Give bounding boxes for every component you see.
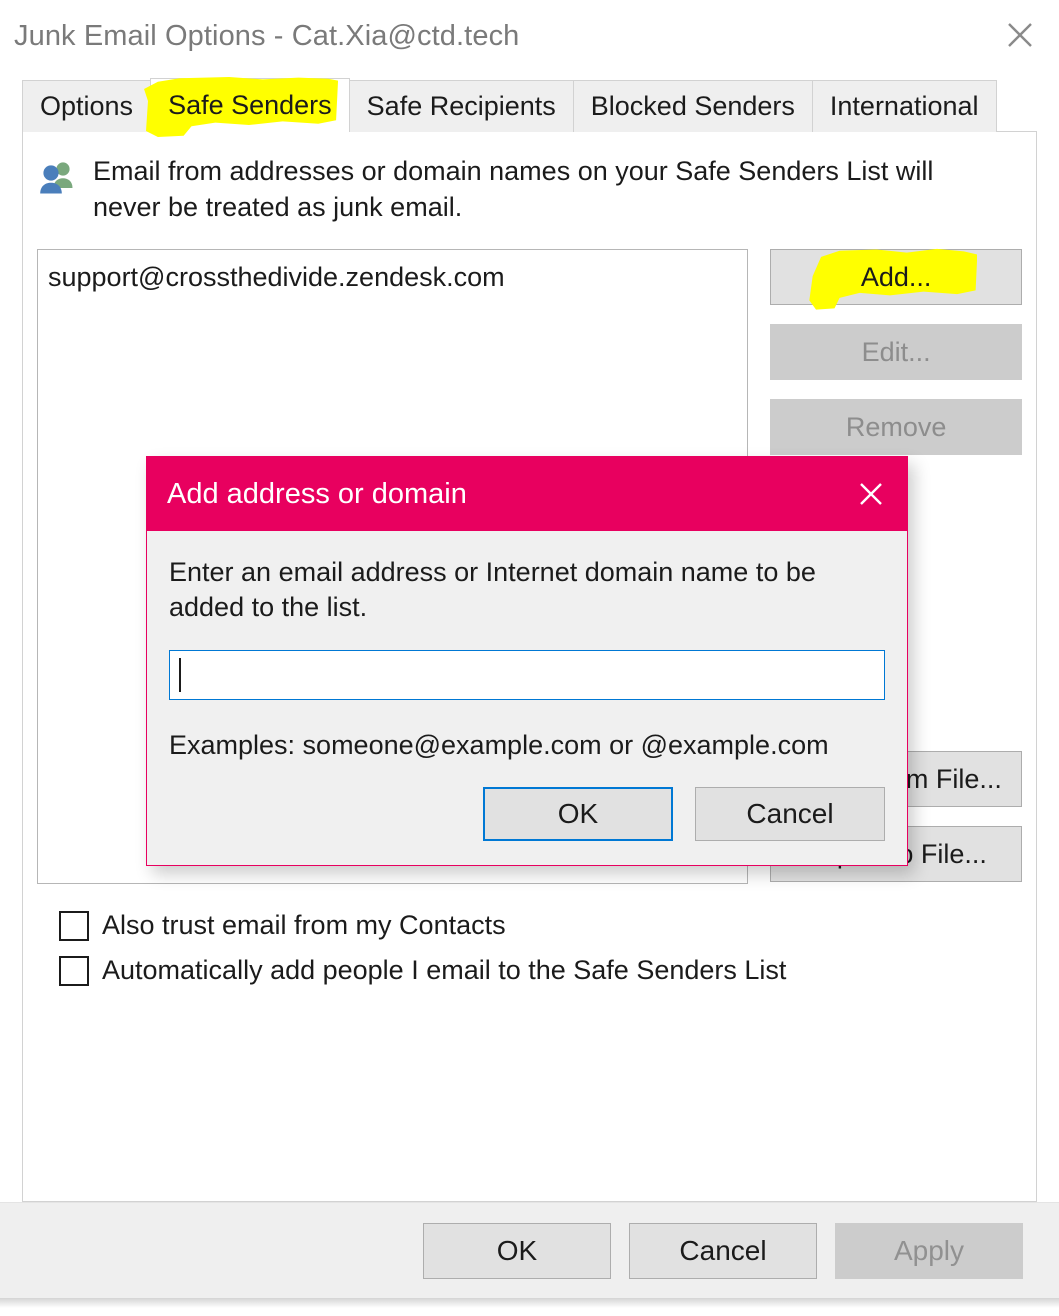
list-item[interactable]: support@crossthedivide.zendesk.com	[44, 260, 747, 295]
close-icon[interactable]	[849, 472, 893, 516]
title-bar: Junk Email Options - Cat.Xia@ctd.tech	[0, 0, 1059, 76]
checkbox-box[interactable]	[59, 955, 89, 986]
modal-body: Enter an email address or Internet domai…	[147, 531, 907, 865]
modal-examples-text: Examples: someone@example.com or @exampl…	[169, 730, 829, 761]
tab-label: International	[829, 91, 979, 121]
remove-button[interactable]: Remove	[770, 399, 1022, 456]
options-checkboxes: Also trust email from my Contacts Automa…	[59, 910, 1036, 986]
tab-options[interactable]: Options	[22, 80, 152, 132]
tab-label: Safe Recipients	[366, 91, 556, 121]
add-address-or-domain-dialog: Add address or domain Enter an email add…	[146, 456, 908, 867]
panel-description-text: Email from addresses or domain names on …	[93, 156, 934, 222]
text-cursor	[179, 658, 181, 693]
checkbox-label: Also trust email from my Contacts	[102, 910, 506, 941]
modal-title-text: Add address or domain	[167, 477, 467, 510]
checkbox-auto-add-people[interactable]: Automatically add people I email to the …	[59, 955, 1036, 986]
close-icon[interactable]	[997, 12, 1043, 58]
panel-description: Email from addresses or domain names on …	[37, 154, 1036, 225]
remove-button-label: Remove	[845, 411, 947, 442]
dialog-footer: OK Cancel Apply	[0, 1202, 1059, 1298]
modal-title-bar: Add address or domain	[147, 457, 907, 531]
add-button[interactable]: Add...	[770, 248, 1022, 310]
apply-button[interactable]: Apply	[835, 1222, 1023, 1279]
tab-safe-senders[interactable]: Safe Senders	[144, 77, 350, 137]
tab-international[interactable]: International	[811, 80, 997, 132]
checkbox-trust-contacts[interactable]: Also trust email from my Contacts	[59, 910, 1036, 941]
checkbox-label: Automatically add people I email to the …	[102, 955, 787, 986]
modal-cancel-button[interactable]: Cancel	[695, 787, 885, 842]
modal-prompt-text: Enter an email address or Internet domai…	[169, 557, 816, 623]
window-drop-shadow	[0, 1298, 1059, 1308]
ok-button[interactable]: OK	[423, 1222, 611, 1279]
edit-button-label: Edit...	[861, 336, 931, 367]
tab-strip: Options Safe Senders Safe Recipients Blo…	[22, 76, 1059, 137]
window-title: Junk Email Options - Cat.Xia@ctd.tech	[14, 20, 520, 52]
address-input[interactable]	[169, 650, 885, 701]
people-icon	[37, 160, 77, 196]
tab-label: Safe Senders	[168, 90, 332, 120]
edit-button[interactable]: Edit...	[770, 324, 1022, 381]
add-button-label: Add...	[860, 261, 932, 292]
tab-label: Options	[40, 91, 134, 121]
tab-label: Blocked Senders	[590, 91, 795, 121]
tab-blocked-senders[interactable]: Blocked Senders	[572, 80, 813, 132]
cancel-button[interactable]: Cancel	[629, 1222, 817, 1279]
tab-safe-recipients[interactable]: Safe Recipients	[348, 80, 574, 132]
modal-actions: OK Cancel	[169, 787, 885, 845]
modal-ok-button[interactable]: OK	[483, 787, 673, 842]
checkbox-box[interactable]	[59, 910, 89, 941]
